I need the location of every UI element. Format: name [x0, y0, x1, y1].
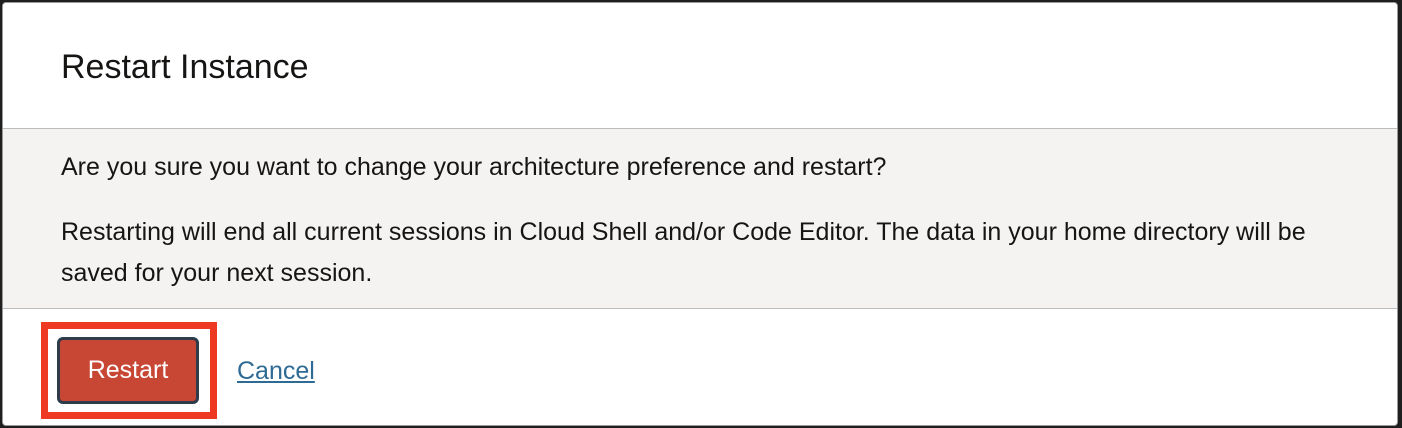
restart-description: Restarting will end all current sessions…	[61, 218, 1306, 287]
dialog-title: Restart Instance	[61, 48, 309, 86]
dialog-footer: Restart Cancel	[3, 309, 1397, 425]
dialog-header: Restart Instance	[3, 3, 1397, 129]
cancel-link[interactable]: Cancel	[237, 351, 315, 391]
restart-instance-dialog: Restart Instance Are you sure you want t…	[2, 2, 1398, 426]
restart-button[interactable]: Restart	[57, 337, 199, 404]
confirmation-question: Are you sure you want to change your arc…	[61, 153, 887, 181]
dialog-body: Are you sure you want to change your arc…	[3, 129, 1397, 309]
